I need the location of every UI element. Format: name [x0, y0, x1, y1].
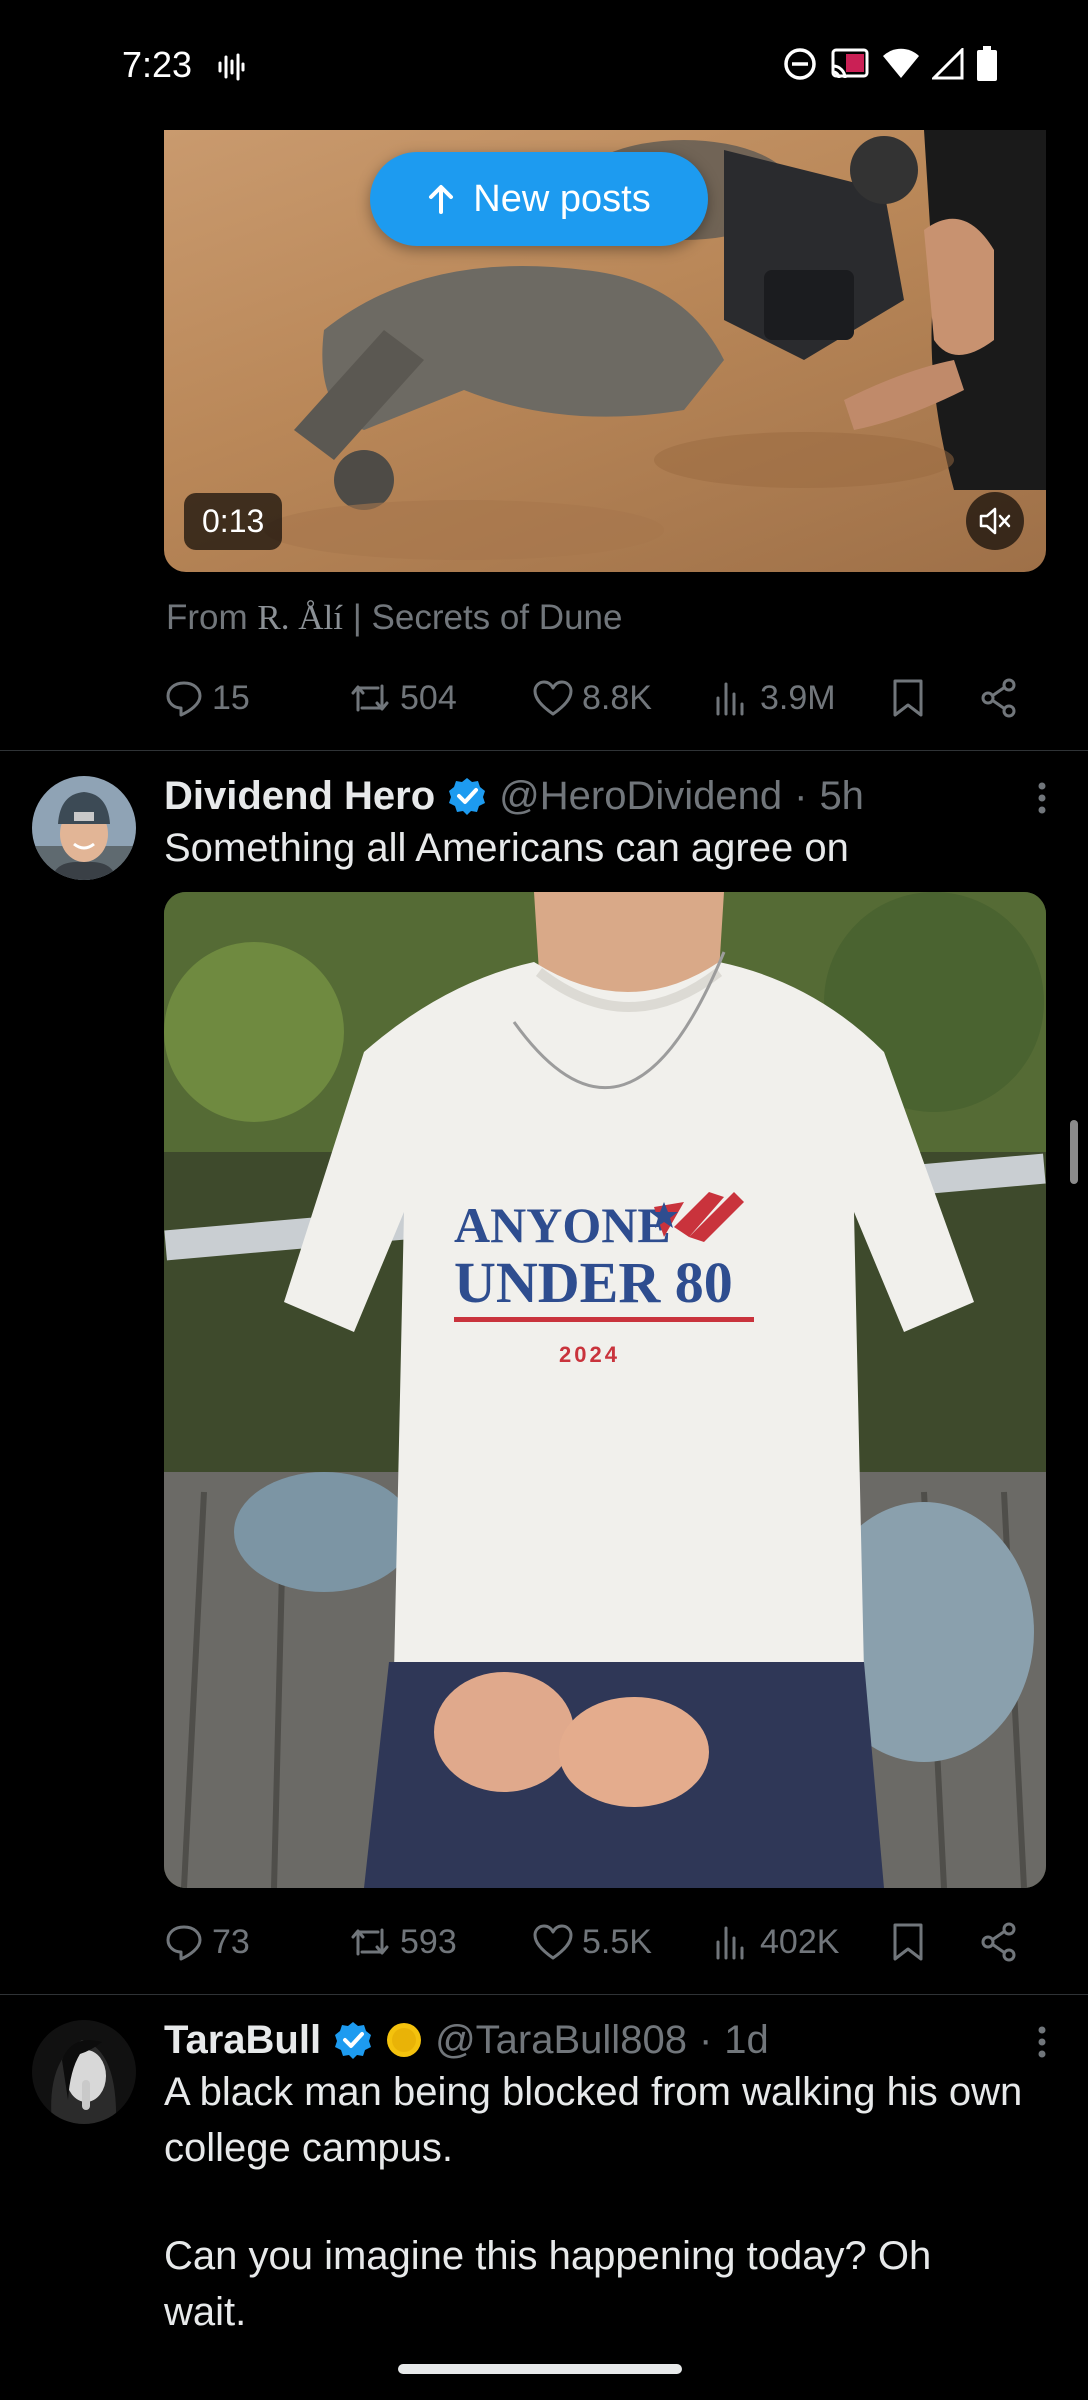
source-prefix: From [166, 598, 248, 637]
heart-icon [533, 680, 573, 716]
arrow-up-icon [427, 184, 455, 214]
verified-badge-icon [333, 2020, 373, 2060]
share-icon [981, 678, 1016, 718]
reply-icon [166, 1925, 202, 1961]
display-name[interactable]: TaraBull [164, 2018, 321, 2063]
timestamp[interactable]: 1d [724, 2018, 769, 2063]
repost-count: 504 [400, 678, 457, 717]
handle[interactable]: @TaraBull808 [435, 2018, 687, 2063]
new-posts-label: New posts [473, 177, 651, 220]
avatar-photo [32, 2020, 136, 2124]
status-bar: 7:23 [0, 0, 1088, 130]
repost-count: 593 [400, 1922, 457, 1961]
mute-button[interactable] [966, 492, 1024, 550]
like-button[interactable]: 8.8K [532, 679, 652, 718]
reply-button[interactable]: 15 [164, 678, 250, 718]
views-chart-icon [716, 1926, 744, 1960]
reply-icon [166, 681, 202, 717]
new-posts-button[interactable]: New posts [370, 152, 708, 246]
bookmark-button[interactable] [890, 677, 926, 719]
display-name[interactable]: Dividend Hero [164, 774, 435, 819]
post-image[interactable]: ANYONE UNDER 80 2024 [164, 892, 1046, 1888]
separator: · [794, 773, 808, 818]
reply-button[interactable]: 73 [164, 1922, 250, 1962]
source-name: R. Ålí [257, 598, 343, 637]
repost-button[interactable]: 593 [348, 1922, 457, 1962]
battery-icon [976, 46, 998, 82]
post-header: TaraBull @TaraBull808 · 1d [164, 2012, 769, 2068]
home-indicator[interactable] [398, 2364, 682, 2374]
shirt-line2: UNDER 80 [454, 1250, 733, 1315]
more-options-icon[interactable] [1032, 2022, 1052, 2062]
speaker-muted-icon [979, 507, 1011, 535]
view-count: 402K [760, 1922, 840, 1961]
bookmark-button[interactable] [890, 1921, 926, 1963]
wifi-icon [882, 48, 920, 80]
bookmark-icon [893, 679, 923, 717]
share-icon [981, 1922, 1016, 1962]
repost-button[interactable]: 504 [348, 678, 457, 718]
reply-count: 15 [212, 678, 250, 717]
views-button[interactable]: 402K [712, 1922, 839, 1962]
voice-waveform-icon [216, 52, 246, 82]
shirt-year: 2024 [559, 1342, 620, 1367]
reply-count: 73 [212, 1922, 250, 1961]
video-duration-badge: 0:13 [184, 493, 283, 550]
scrollbar-thumb[interactable] [1070, 1120, 1078, 1184]
post-text: Something all Americans can agree on [164, 826, 849, 870]
heart-icon [533, 1924, 573, 1960]
affiliate-badge-icon [385, 2021, 423, 2059]
repost-icon [351, 684, 389, 712]
verified-badge-icon [447, 776, 487, 816]
post-divider [0, 1994, 1088, 1995]
cell-signal-icon [932, 48, 964, 80]
views-button[interactable]: 3.9M [712, 678, 836, 718]
avatar-photo [32, 776, 136, 880]
views-chart-icon [716, 682, 744, 716]
like-count: 5.5K [582, 1922, 652, 1961]
source-suffix: | Secrets of Dune [352, 598, 623, 637]
post-text-paragraph-2: Can you imagine this happening today? Oh… [164, 2234, 932, 2334]
cast-icon [830, 46, 870, 82]
bookmark-icon [893, 1923, 923, 1961]
status-time: 7:23 [122, 44, 193, 85]
like-button[interactable]: 5.5K [532, 1923, 652, 1962]
post-divider [0, 750, 1088, 751]
video-source-attribution[interactable]: From R. Ålí | Secrets of Dune [166, 598, 622, 638]
like-count: 8.8K [582, 678, 652, 717]
tshirt-photo: ANYONE UNDER 80 2024 [164, 892, 1046, 1888]
handle[interactable]: @HeroDividend [499, 774, 782, 819]
shirt-line1: ANYONE [454, 1197, 671, 1253]
avatar[interactable] [32, 2020, 136, 2124]
video-post-actions: 15 504 8.8K 3.9M [164, 668, 1044, 728]
do-not-disturb-icon [782, 46, 818, 82]
post1-actions: 73 593 5.5K 402K [164, 1912, 1044, 1972]
repost-icon [351, 1928, 389, 1956]
timestamp[interactable]: 5h [819, 774, 864, 819]
share-button[interactable] [978, 1921, 1020, 1963]
share-button[interactable] [978, 677, 1020, 719]
separator: · [698, 2017, 713, 2062]
avatar[interactable] [32, 776, 136, 880]
post-text: A black man being blocked from walking h… [164, 2070, 1023, 2170]
more-options-icon[interactable] [1032, 778, 1052, 818]
post-header: Dividend Hero @HeroDividend · 5h [164, 768, 864, 824]
view-count: 3.9M [760, 678, 836, 717]
